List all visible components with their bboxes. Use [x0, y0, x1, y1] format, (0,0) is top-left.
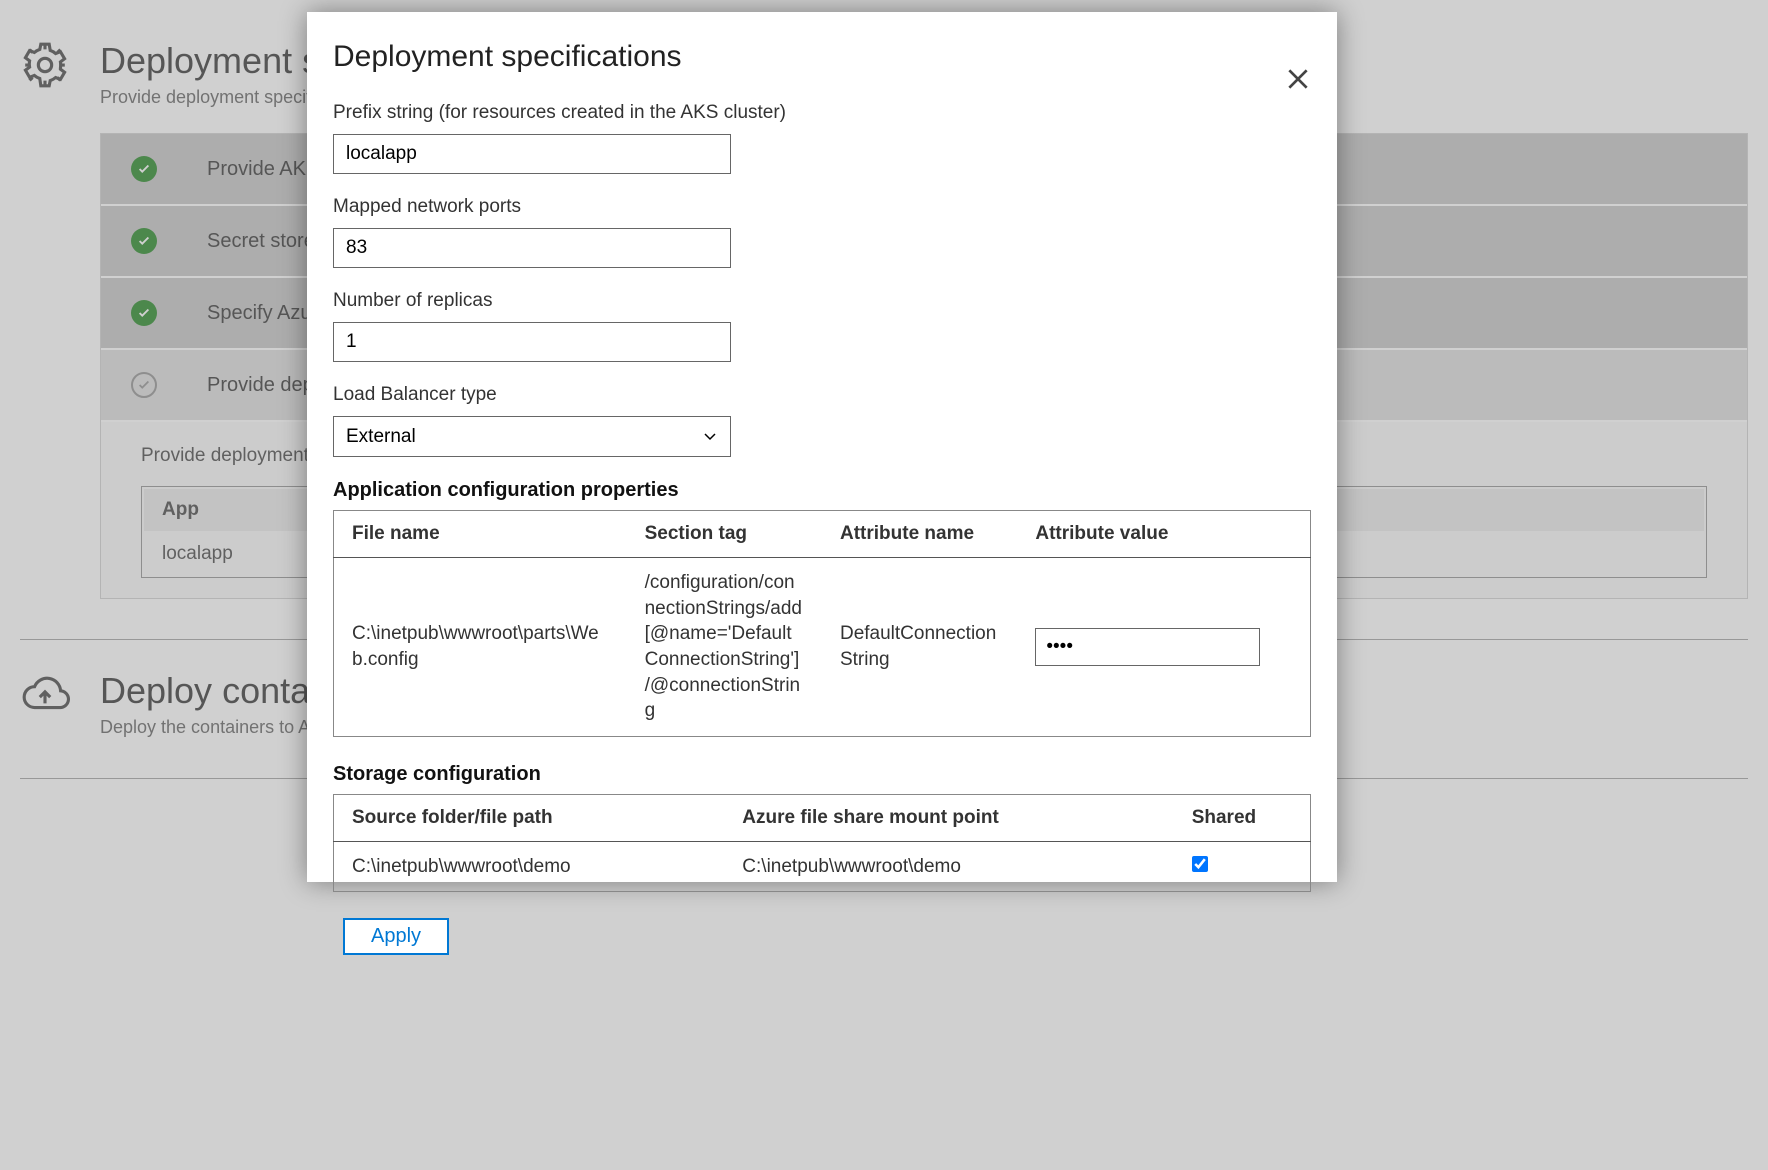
col-source: Source folder/file path — [334, 794, 725, 841]
col-attrval: Attribute value — [1017, 511, 1310, 558]
storage-heading: Storage configuration — [333, 763, 1311, 786]
col-attrname: Attribute name — [822, 511, 1017, 558]
cell-mount: C:\inetpub\wwwroot\demo — [724, 841, 1173, 892]
table-row: C:\inetpub\wwwroot\parts\Web.config /con… — [334, 558, 1311, 737]
loadbalancer-field-group: Load Balancer type External — [333, 384, 1311, 457]
cell-filename: C:\inetpub\wwwroot\parts\Web.config — [334, 558, 627, 737]
col-shared: Shared — [1174, 794, 1311, 841]
deployment-spec-modal: Deployment specifications Prefix string … — [307, 12, 1337, 882]
col-mount: Azure file share mount point — [724, 794, 1173, 841]
loadbalancer-select[interactable]: External — [333, 416, 731, 457]
cell-source: C:\inetpub\wwwroot\demo — [334, 841, 725, 892]
cell-attrval — [1017, 558, 1310, 737]
storage-config-table: Source folder/file path Azure file share… — [333, 794, 1311, 893]
attribute-value-input[interactable] — [1035, 628, 1260, 666]
ports-input[interactable] — [333, 228, 731, 268]
table-row: C:\inetpub\wwwroot\demo C:\inetpub\wwwro… — [334, 841, 1311, 892]
prefix-label: Prefix string (for resources created in … — [333, 102, 1311, 124]
close-button[interactable] — [1285, 66, 1315, 96]
cell-shared — [1174, 841, 1311, 892]
app-config-table: File name Section tag Attribute name Att… — [333, 510, 1311, 737]
replicas-field-group: Number of replicas — [333, 290, 1311, 362]
apply-button[interactable]: Apply — [343, 918, 449, 955]
replicas-input[interactable] — [333, 322, 731, 362]
close-icon — [1285, 66, 1311, 92]
ports-label: Mapped network ports — [333, 196, 1311, 218]
shared-checkbox[interactable] — [1192, 856, 1208, 872]
loadbalancer-label: Load Balancer type — [333, 384, 1311, 406]
modal-title: Deployment specifications — [333, 40, 1311, 74]
ports-field-group: Mapped network ports — [333, 196, 1311, 268]
col-section: Section tag — [627, 511, 822, 558]
col-filename: File name — [334, 511, 627, 558]
cell-attrname: DefaultConnectionString — [822, 558, 1017, 737]
prefix-input[interactable] — [333, 134, 731, 174]
app-config-heading: Application configuration properties — [333, 479, 1311, 502]
cell-section: /configuration/connectionStrings/add[@na… — [627, 558, 822, 737]
prefix-field-group: Prefix string (for resources created in … — [333, 102, 1311, 174]
replicas-label: Number of replicas — [333, 290, 1311, 312]
